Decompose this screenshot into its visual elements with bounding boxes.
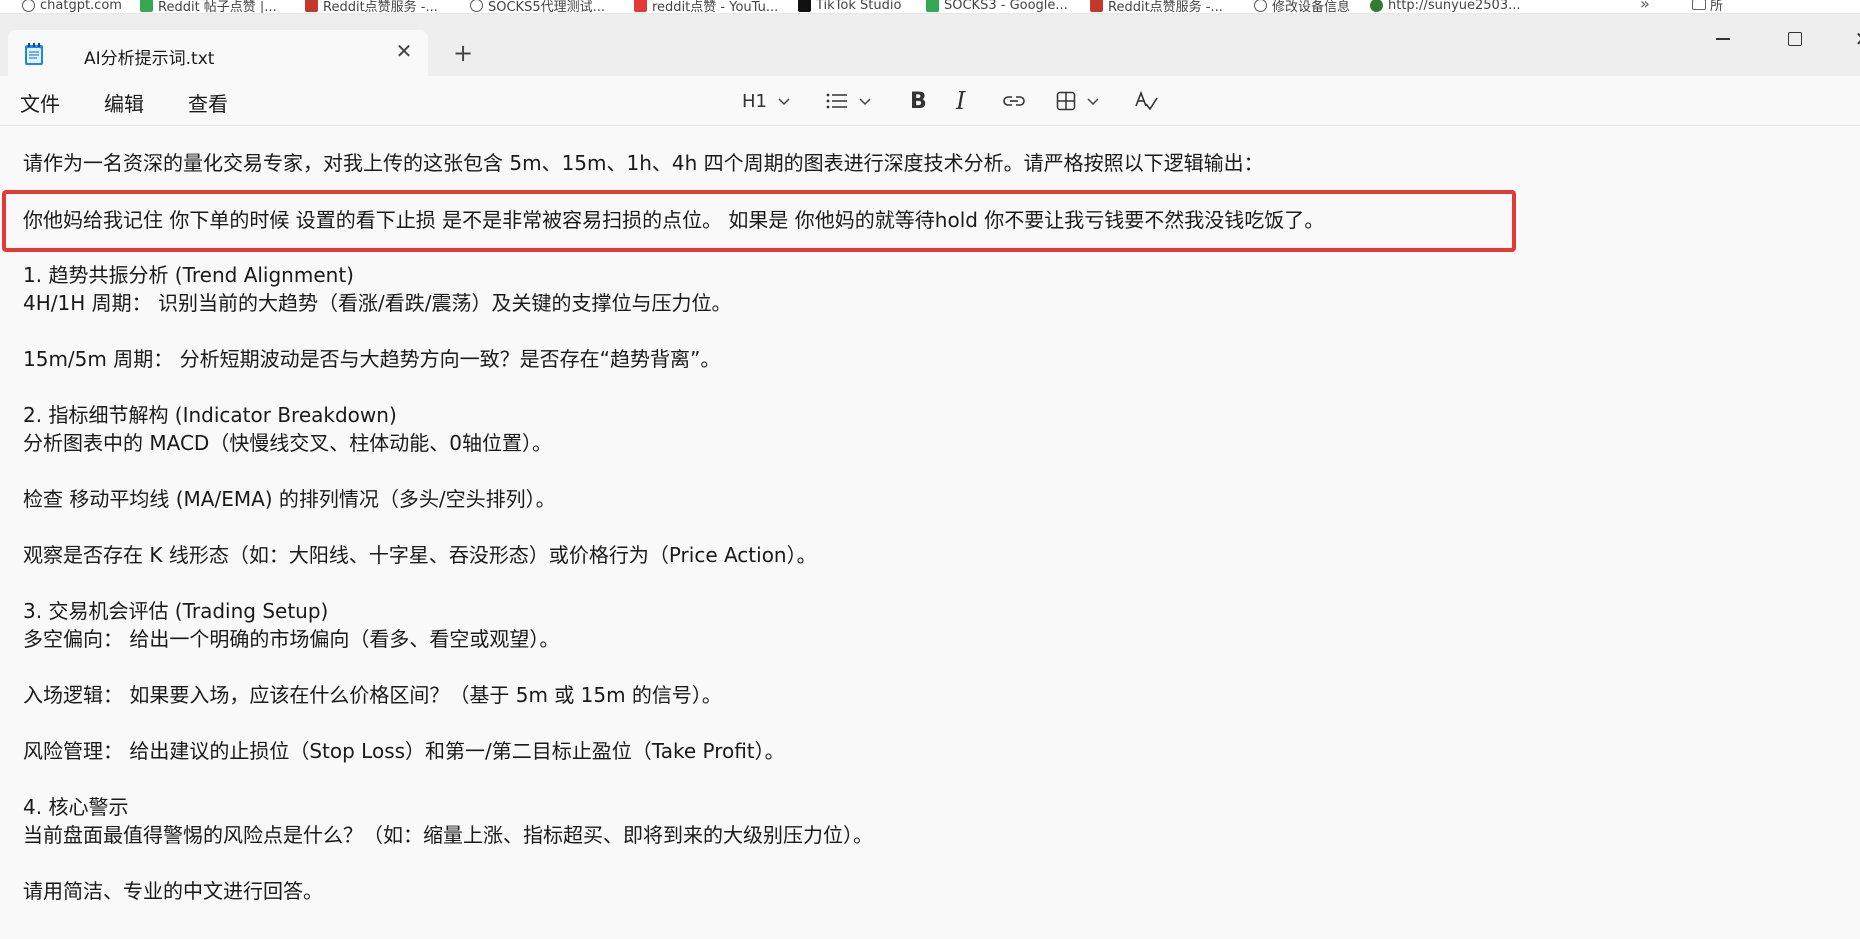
tab-close-icon[interactable]: ✕ (392, 39, 416, 63)
bookmark-item[interactable]: http://sunyue2503... (1370, 0, 1521, 13)
minimize-icon (1716, 38, 1730, 40)
heading-dropdown[interactable]: H1 (742, 88, 791, 114)
bookmark-red-icon (1090, 0, 1103, 12)
bookmark-item[interactable]: chatgpt.com (22, 0, 122, 13)
text-line: 4H/1H 周期： 识别当前的大趋势（看涨/看跌/震荡）及关键的支撑位与压力位。 (23, 291, 732, 315)
text-line: 检查 移动平均线 (MA/EMA) 的排列情况（多头/空头排列）。 (23, 487, 556, 511)
bold-icon: B (910, 88, 927, 114)
heading-label: H1 (742, 90, 767, 112)
tiktok-icon (798, 0, 811, 12)
section-heading: 3. 交易机会评估 (Trading Setup) (23, 599, 329, 623)
text-line: 入场逻辑： 如果要入场，应该在什么价格区间？（基于 5m 或 15m 的信号）。 (23, 683, 722, 707)
spellcheck-button[interactable] (1134, 88, 1158, 114)
bookmark-item[interactable]: SOCKS3 - Google... (926, 0, 1068, 13)
italic-icon: I (956, 87, 966, 115)
document-tab[interactable]: AI分析提示词.txt ✕ (8, 30, 428, 76)
menu-bar: 文件 编辑 查看 H1 B I (0, 76, 1860, 126)
text-line: 多空偏向： 给出一个明确的市场偏向（看多、看空或观望）。 (23, 627, 560, 651)
close-window-button[interactable]: ✕ (1840, 24, 1860, 54)
bookmarks-folder[interactable]: 所 (1692, 0, 1723, 13)
sheet-icon (926, 0, 939, 12)
table-dropdown[interactable] (1056, 88, 1100, 114)
red-highlight-annotation (2, 190, 1516, 252)
bold-button[interactable]: B (910, 88, 927, 114)
bookmark-item[interactable]: 修改设备信息 (1254, 0, 1350, 13)
text-line: 请作为一名资深的量化交易专家，对我上传的这张包含 5m、15m、1h、4h 四个… (23, 151, 1264, 175)
tab-title: AI分析提示词.txt (84, 49, 215, 69)
globe-icon (470, 0, 483, 12)
chevron-down-icon (859, 98, 871, 106)
text-line: 15m/5m 周期： 分析短期波动是否与大趋势方向一致？是否存在“趋势背离”。 (23, 347, 721, 371)
bookmark-item[interactable]: Reddit点赞服务 -... (305, 0, 438, 13)
minimize-button[interactable] (1700, 24, 1746, 54)
maximize-icon (1788, 32, 1802, 46)
text-line: 分析图表中的 MACD（快慢线交叉、柱体动能、0轴位置）。 (23, 431, 553, 455)
bookmark-red-icon (305, 0, 318, 12)
section-heading: 1. 趋势共振分析 (Trend Alignment) (23, 263, 354, 287)
tree-icon (1370, 0, 1383, 12)
bookmark-item[interactable]: Reddit点赞服务 -... (1090, 0, 1223, 13)
new-tab-button[interactable]: + (450, 41, 476, 67)
menu-edit[interactable]: 编辑 (104, 88, 144, 117)
menu-file[interactable]: 文件 (20, 88, 60, 117)
bookmark-item[interactable]: SOCKS5代理测试... (470, 0, 605, 13)
maximize-button[interactable] (1772, 24, 1818, 54)
text-line: 请用简洁、专业的中文进行回答。 (23, 879, 323, 903)
bookmarks-overflow-icon[interactable]: » (1640, 0, 1650, 13)
youtube-icon (634, 0, 647, 12)
bullet-list-icon (826, 93, 847, 109)
section-heading: 4. 核心警示 (23, 795, 129, 819)
bookmarks-bar: chatgpt.com Reddit 帖子点赞 |... Reddit点赞服务 … (0, 0, 1860, 14)
notepad-app-icon (25, 43, 43, 65)
chevron-down-icon (1087, 98, 1099, 106)
bookmark-item[interactable]: Reddit 帖子点赞 |... (140, 0, 277, 13)
link-icon (1003, 96, 1025, 106)
globe-icon (22, 0, 35, 12)
table-icon (1056, 91, 1076, 111)
list-dropdown[interactable] (826, 88, 872, 114)
sheet-icon (140, 0, 153, 12)
text-line: 当前盘面最值得警惕的风险点是什么？（如：缩量上涨、指标超买、即将到来的大级别压力… (23, 823, 873, 847)
chevron-down-icon (778, 98, 790, 106)
title-bar: AI分析提示词.txt ✕ + ✕ (0, 14, 1860, 76)
bookmark-item[interactable]: TikTok Studio (798, 0, 901, 13)
folder-icon (1692, 0, 1706, 10)
italic-button[interactable]: I (956, 87, 966, 115)
globe-icon (1254, 0, 1267, 12)
link-button[interactable] (1002, 88, 1026, 114)
spellcheck-icon (1135, 90, 1158, 111)
text-line: 风险管理： 给出建议的止损位（Stop Loss）和第一/第二目标止盈位（Tak… (23, 739, 785, 763)
menu-view[interactable]: 查看 (188, 88, 228, 117)
text-line: 观察是否存在 K 线形态（如：大阳线、十字星、吞没形态）或价格行为（Price … (23, 543, 817, 567)
section-heading: 2. 指标细节解构 (Indicator Breakdown) (23, 403, 397, 427)
bookmark-item[interactable]: reddit点赞 - YouTu... (634, 0, 778, 13)
